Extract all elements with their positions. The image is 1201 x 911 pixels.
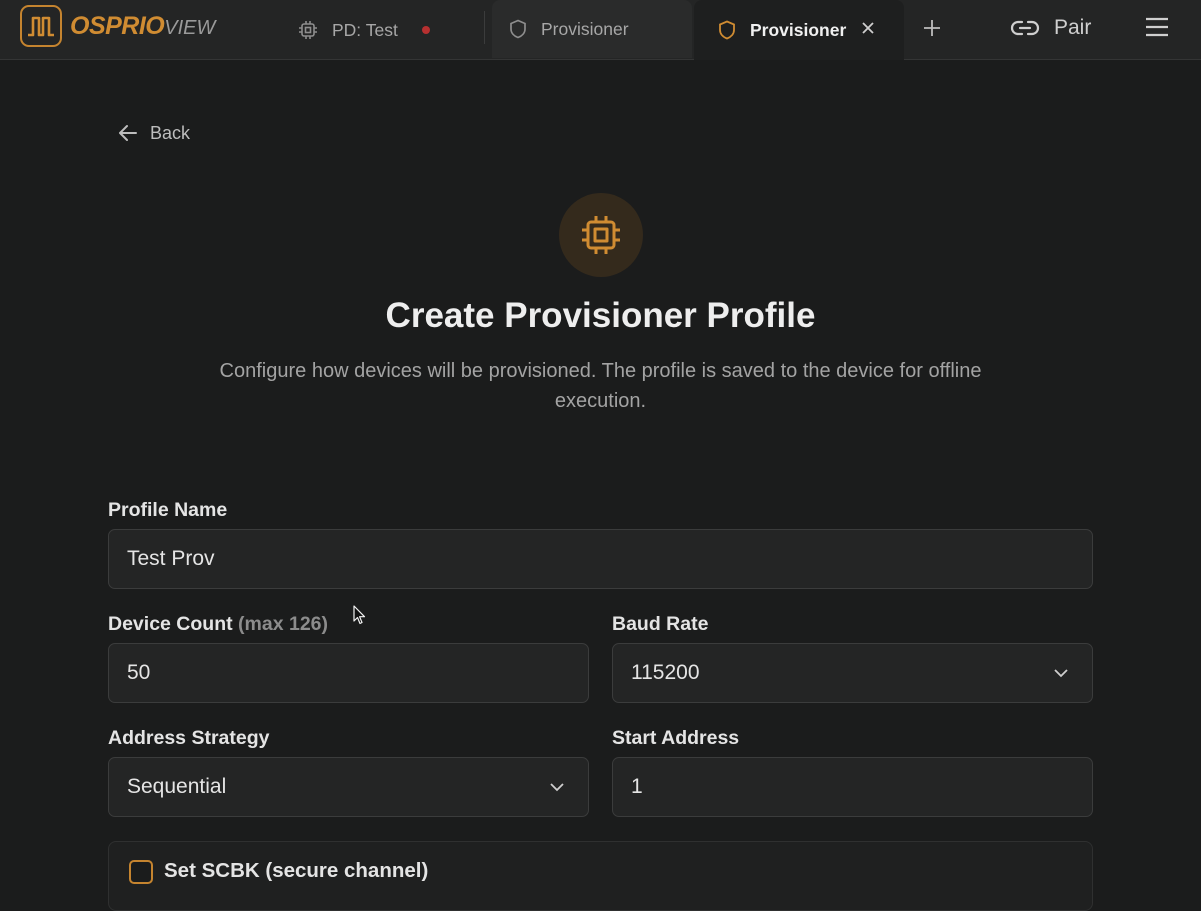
arrow-left-icon — [119, 125, 137, 141]
shield-icon — [509, 19, 527, 39]
address-strategy-label: Address Strategy — [108, 727, 270, 749]
chevron-down-icon — [550, 783, 564, 792]
shield-icon — [718, 20, 736, 40]
address-strategy-select[interactable]: Sequential — [108, 757, 589, 817]
tab-label: PD: Test — [332, 19, 398, 40]
back-label: Back — [150, 122, 191, 143]
pair-label: Pair — [1054, 16, 1092, 39]
close-icon[interactable] — [858, 18, 878, 38]
device-count-hint: (max 126) — [238, 613, 328, 635]
profile-name-value: Test Prov — [127, 547, 215, 570]
link-icon — [1010, 20, 1040, 36]
new-tab-plus-icon[interactable] — [920, 16, 944, 40]
logo-text-primary: OSPRIO — [70, 12, 165, 40]
top-bar: OSPRIO VIEW PD: Test Provisioner Provisi… — [0, 0, 1201, 60]
tab-provisioner-active[interactable]: Provisioner — [694, 0, 904, 60]
menu-icon[interactable] — [1144, 14, 1170, 40]
profile-name-input[interactable]: Test Prov — [108, 529, 1093, 589]
logo-text-secondary: VIEW — [164, 17, 216, 39]
address-strategy-value: Sequential — [127, 775, 227, 798]
baud-rate-select[interactable]: 115200 — [612, 643, 1093, 703]
status-dot — [421, 26, 430, 34]
device-count-label-text: Device Count — [108, 613, 233, 635]
start-address-input[interactable]: 1 — [612, 757, 1093, 817]
tab-label: Provisioner — [541, 18, 629, 39]
device-count-value: 50 — [127, 661, 151, 684]
back-button[interactable]: Back — [118, 120, 190, 146]
tab-pd-test[interactable]: PD: Test — [282, 0, 482, 60]
device-count-label: Device Count (max 126) — [108, 613, 328, 636]
scbk-label: Set SCBK (secure channel) — [164, 859, 429, 882]
tab-provisioner[interactable]: Provisioner — [492, 0, 692, 58]
logo-wordmark: OSPRIO VIEW — [70, 12, 215, 42]
logo-icon — [20, 5, 62, 47]
page-description: Configure how devices will be provisione… — [219, 360, 982, 412]
tab-divider — [484, 11, 485, 44]
chip-icon — [298, 20, 318, 40]
device-count-input[interactable]: 50 — [108, 643, 589, 703]
baud-rate-label: Baud Rate — [612, 613, 709, 635]
baud-rate-value: 115200 — [631, 661, 700, 684]
tab-label: Provisioner — [750, 19, 847, 40]
page-title: Create Provisioner Profile — [385, 296, 816, 335]
profile-name-label: Profile Name — [108, 499, 228, 521]
chevron-down-icon — [1054, 669, 1068, 678]
scbk-checkbox[interactable] — [129, 860, 153, 884]
mouse-cursor-icon — [353, 605, 366, 630]
chip-icon — [559, 193, 643, 277]
pair-button[interactable]: Pair — [1010, 12, 1091, 44]
start-address-value: 1 — [631, 775, 643, 798]
start-address-label: Start Address — [612, 727, 740, 749]
